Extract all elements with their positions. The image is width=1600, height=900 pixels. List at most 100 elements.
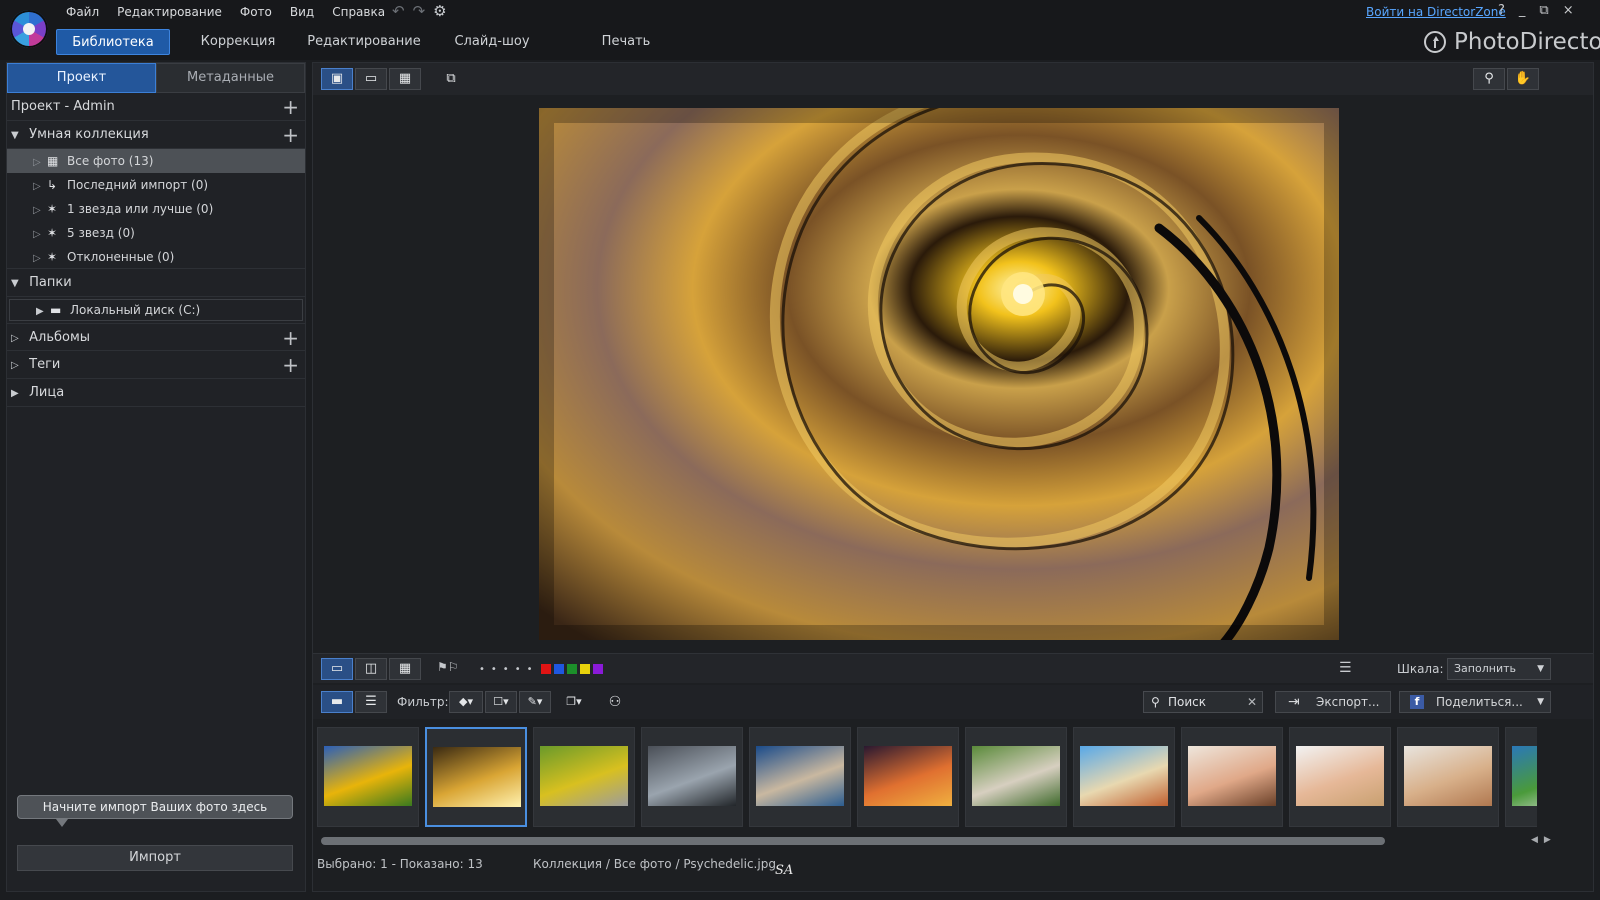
add-project-icon[interactable]: + bbox=[282, 93, 299, 121]
import-button[interactable]: Импорт bbox=[17, 845, 293, 871]
tab-slideshow[interactable]: Слайд-шоу bbox=[446, 29, 538, 55]
grid-view-icon[interactable]: ▦ bbox=[389, 68, 421, 90]
add-person-icon[interactable]: ⚇ bbox=[603, 691, 627, 713]
filter-flag-dropdown[interactable]: ◆▾ bbox=[449, 691, 483, 713]
clear-search-icon[interactable]: ✕ bbox=[1247, 692, 1257, 712]
minimize-icon[interactable]: _ bbox=[1519, 3, 1526, 18]
collection-item-last-import[interactable]: ▷ ↳ Последний импорт (0) bbox=[7, 173, 305, 197]
filter-rating-dropdown[interactable]: ☐▾ bbox=[485, 691, 517, 713]
chevron-down-icon[interactable]: ▼ bbox=[1537, 692, 1544, 712]
thumbnail-landscape-partial[interactable] bbox=[1505, 727, 1537, 827]
collection-item-label: 1 звезда или лучше (0) bbox=[67, 202, 214, 216]
scale-select[interactable]: Заполнить bbox=[1447, 658, 1551, 680]
thumbnail-mountain-lake[interactable] bbox=[749, 727, 851, 827]
tab-metadata[interactable]: Метаданные bbox=[156, 63, 305, 93]
tab-print[interactable]: Печать bbox=[586, 29, 666, 55]
single-view-icon[interactable]: ▭ bbox=[355, 68, 387, 90]
color-label-blue[interactable] bbox=[554, 664, 564, 674]
close-icon[interactable]: × bbox=[1563, 3, 1574, 18]
search-input[interactable]: ⚲ Поиск ✕ bbox=[1143, 691, 1263, 713]
smart-collection-header[interactable]: ▼ Умная коллекция + bbox=[7, 121, 305, 149]
stack-dropdown[interactable]: ❐▾ bbox=[559, 691, 589, 713]
compare-view-icon[interactable]: ⧉ bbox=[435, 68, 467, 90]
albums-header[interactable]: ▷ Альбомы + bbox=[7, 323, 305, 351]
tab-adjustment[interactable]: Коррекция bbox=[190, 29, 286, 55]
expand-icon[interactable]: ▷ bbox=[33, 151, 47, 175]
filmstrip-size-small-icon[interactable]: ▭ bbox=[321, 658, 353, 680]
thumbnail-image bbox=[756, 746, 844, 806]
expand-icon[interactable]: ▷ bbox=[11, 352, 25, 380]
color-label-yellow[interactable] bbox=[580, 664, 590, 674]
tags-header[interactable]: ▷ Теги + bbox=[7, 351, 305, 379]
viewer-mode-icon[interactable]: ▣ bbox=[321, 68, 353, 90]
thumbnail-bicycle-field[interactable] bbox=[533, 727, 635, 827]
undo-icon[interactable]: ↶ bbox=[392, 3, 405, 19]
brand-name: PhotoDirector bbox=[1454, 29, 1600, 55]
color-label-red[interactable] bbox=[541, 664, 551, 674]
expand-icon[interactable]: ▶ bbox=[11, 380, 25, 408]
tab-edit[interactable]: Редактирование bbox=[304, 29, 424, 55]
menu-photo[interactable]: Фото bbox=[231, 4, 281, 20]
thumbnail-sunflower[interactable] bbox=[317, 727, 419, 827]
thumbnail-beach-couple[interactable] bbox=[1073, 727, 1175, 827]
folder-item-local-disk[interactable]: ▶ ▬ Локальный диск (C:) bbox=[9, 299, 303, 321]
upload-icon[interactable] bbox=[1424, 31, 1446, 53]
directorzone-login-link[interactable]: Войти на DirectorZone bbox=[1366, 5, 1506, 19]
color-label-purple[interactable] bbox=[593, 664, 603, 674]
thumbnail-woman-smiling[interactable] bbox=[1181, 727, 1283, 827]
list-view-icon[interactable]: ☰ bbox=[355, 691, 387, 713]
filmstrip-view-icon[interactable]: ▬ bbox=[321, 691, 353, 713]
hand-tool-icon[interactable]: ✋ bbox=[1507, 68, 1539, 90]
share-button[interactable]: f Поделиться... ▼ bbox=[1399, 691, 1551, 713]
folders-header[interactable]: ▼ Папки bbox=[7, 269, 305, 297]
thumbnail-image bbox=[540, 746, 628, 806]
thumbnail-woman-blonde[interactable] bbox=[1397, 727, 1499, 827]
add-album-icon[interactable]: + bbox=[282, 324, 299, 352]
thumbnail-sunset-clouds[interactable] bbox=[857, 727, 959, 827]
collection-item-label: Все фото (13) bbox=[67, 154, 154, 168]
tab-library[interactable]: Библиотека bbox=[56, 29, 170, 55]
expand-icon[interactable]: ▷ bbox=[33, 223, 47, 247]
expand-icon[interactable]: ▶ bbox=[36, 302, 50, 322]
thumbnail-cat-grass[interactable] bbox=[965, 727, 1067, 827]
filmstrip-size-large-icon[interactable]: ▦ bbox=[389, 658, 421, 680]
menu-view[interactable]: Вид bbox=[281, 4, 323, 20]
collection-item-rejected[interactable]: ▷ ✶ Отклоненные (0) bbox=[7, 245, 305, 269]
add-tag-icon[interactable]: + bbox=[282, 351, 299, 379]
expand-icon[interactable]: ▷ bbox=[33, 247, 47, 271]
menu-help[interactable]: Справка bbox=[323, 4, 394, 20]
faces-header[interactable]: ▶ Лица bbox=[7, 379, 305, 407]
flag-icon[interactable]: ⚑⚐ bbox=[437, 660, 459, 674]
menu-edit[interactable]: Редактирование bbox=[108, 4, 231, 20]
menu-file[interactable]: Файл bbox=[66, 4, 108, 20]
filter-label-dropdown[interactable]: ✎▾ bbox=[519, 691, 551, 713]
export-button[interactable]: ⇥ Экспорт... bbox=[1275, 691, 1391, 713]
thumbnail-boat-lake[interactable] bbox=[641, 727, 743, 827]
collapse-icon[interactable]: ▼ bbox=[11, 270, 25, 298]
collection-item-five-stars[interactable]: ▷ ✶ 5 звезд (0) bbox=[7, 221, 305, 245]
redo-icon[interactable]: ↷ bbox=[413, 3, 426, 19]
collapse-icon[interactable]: ▼ bbox=[11, 122, 25, 150]
filmstrip-scrollbar[interactable] bbox=[321, 837, 1385, 845]
scroll-arrows[interactable]: ◀▶ bbox=[1531, 835, 1557, 845]
export-icon: ⇥ bbox=[1288, 694, 1300, 710]
add-smart-collection-icon[interactable]: + bbox=[282, 121, 299, 149]
tab-project[interactable]: Проект bbox=[7, 63, 156, 93]
expand-icon[interactable]: ▷ bbox=[33, 175, 47, 199]
collection-item-all-photos[interactable]: ▷ ▦ Все фото (13) bbox=[7, 149, 305, 173]
expand-icon[interactable]: ▷ bbox=[11, 325, 25, 353]
rating-stars[interactable]: ••••• bbox=[479, 664, 539, 675]
zoom-icon[interactable]: ⚲ bbox=[1473, 68, 1505, 90]
sort-icon[interactable]: ☰ bbox=[1339, 660, 1352, 676]
status-selection: Выбрано: 1 - Показано: 13 bbox=[317, 857, 483, 871]
restore-icon[interactable]: ⧉ bbox=[1539, 3, 1548, 18]
thumbnail-spiral-stairs[interactable] bbox=[425, 727, 527, 827]
thumbnail-woman-laughing[interactable] bbox=[1289, 727, 1391, 827]
collection-item-one-star[interactable]: ▷ ✶ 1 звезда или лучше (0) bbox=[7, 197, 305, 221]
help-icon[interactable]: ? bbox=[1498, 3, 1505, 18]
expand-icon[interactable]: ▷ bbox=[33, 199, 47, 223]
status-path: Коллекция / Все фото / Psychedelic.jpg bbox=[533, 857, 776, 871]
color-label-green[interactable] bbox=[567, 664, 577, 674]
gear-icon[interactable]: ⚙ bbox=[433, 3, 446, 19]
filmstrip-size-medium-icon[interactable]: ◫ bbox=[355, 658, 387, 680]
